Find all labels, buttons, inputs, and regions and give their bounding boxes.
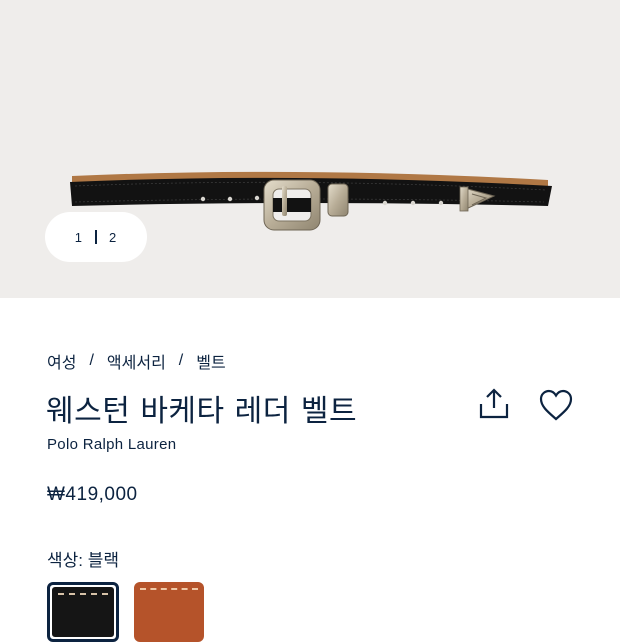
color-label: 색상: bbox=[47, 551, 84, 570]
pager-current: 1 bbox=[74, 229, 83, 245]
breadcrumb-separator: / bbox=[178, 352, 184, 369]
brand-name[interactable]: Polo Ralph Lauren bbox=[47, 436, 176, 453]
breadcrumb-item-women[interactable]: 여성 bbox=[47, 349, 76, 373]
product-image-gallery[interactable]: 1 2 bbox=[0, 0, 620, 298]
share-icon bbox=[479, 388, 509, 419]
breadcrumb-item-belts[interactable]: 벨트 bbox=[196, 349, 225, 373]
swatch-stitch bbox=[140, 588, 198, 590]
color-swatch-brown[interactable] bbox=[134, 582, 204, 642]
breadcrumb-separator: / bbox=[89, 352, 94, 369]
swatch-stitch bbox=[58, 593, 108, 595]
favorite-button[interactable] bbox=[538, 388, 574, 422]
heart-icon bbox=[539, 389, 573, 421]
gallery-pager[interactable]: 1 2 bbox=[45, 212, 147, 262]
product-title: 웨스턴 바케타 레더 벨트 bbox=[46, 394, 358, 429]
pager-total: 2 bbox=[109, 229, 118, 245]
breadcrumb: 여성 / 액세서리 / 벨트 bbox=[47, 349, 226, 373]
breadcrumb-item-accessories[interactable]: 액세서리 bbox=[107, 349, 166, 373]
color-selected-value: 블랙 bbox=[87, 551, 120, 570]
color-selector-label: 색상: 블랙 bbox=[47, 546, 119, 571]
swatch-black-fill bbox=[52, 587, 114, 637]
color-swatch-black[interactable] bbox=[47, 582, 119, 642]
share-button[interactable] bbox=[476, 386, 512, 422]
pager-divider bbox=[95, 230, 97, 244]
product-price: ₩419,000 bbox=[47, 484, 138, 505]
